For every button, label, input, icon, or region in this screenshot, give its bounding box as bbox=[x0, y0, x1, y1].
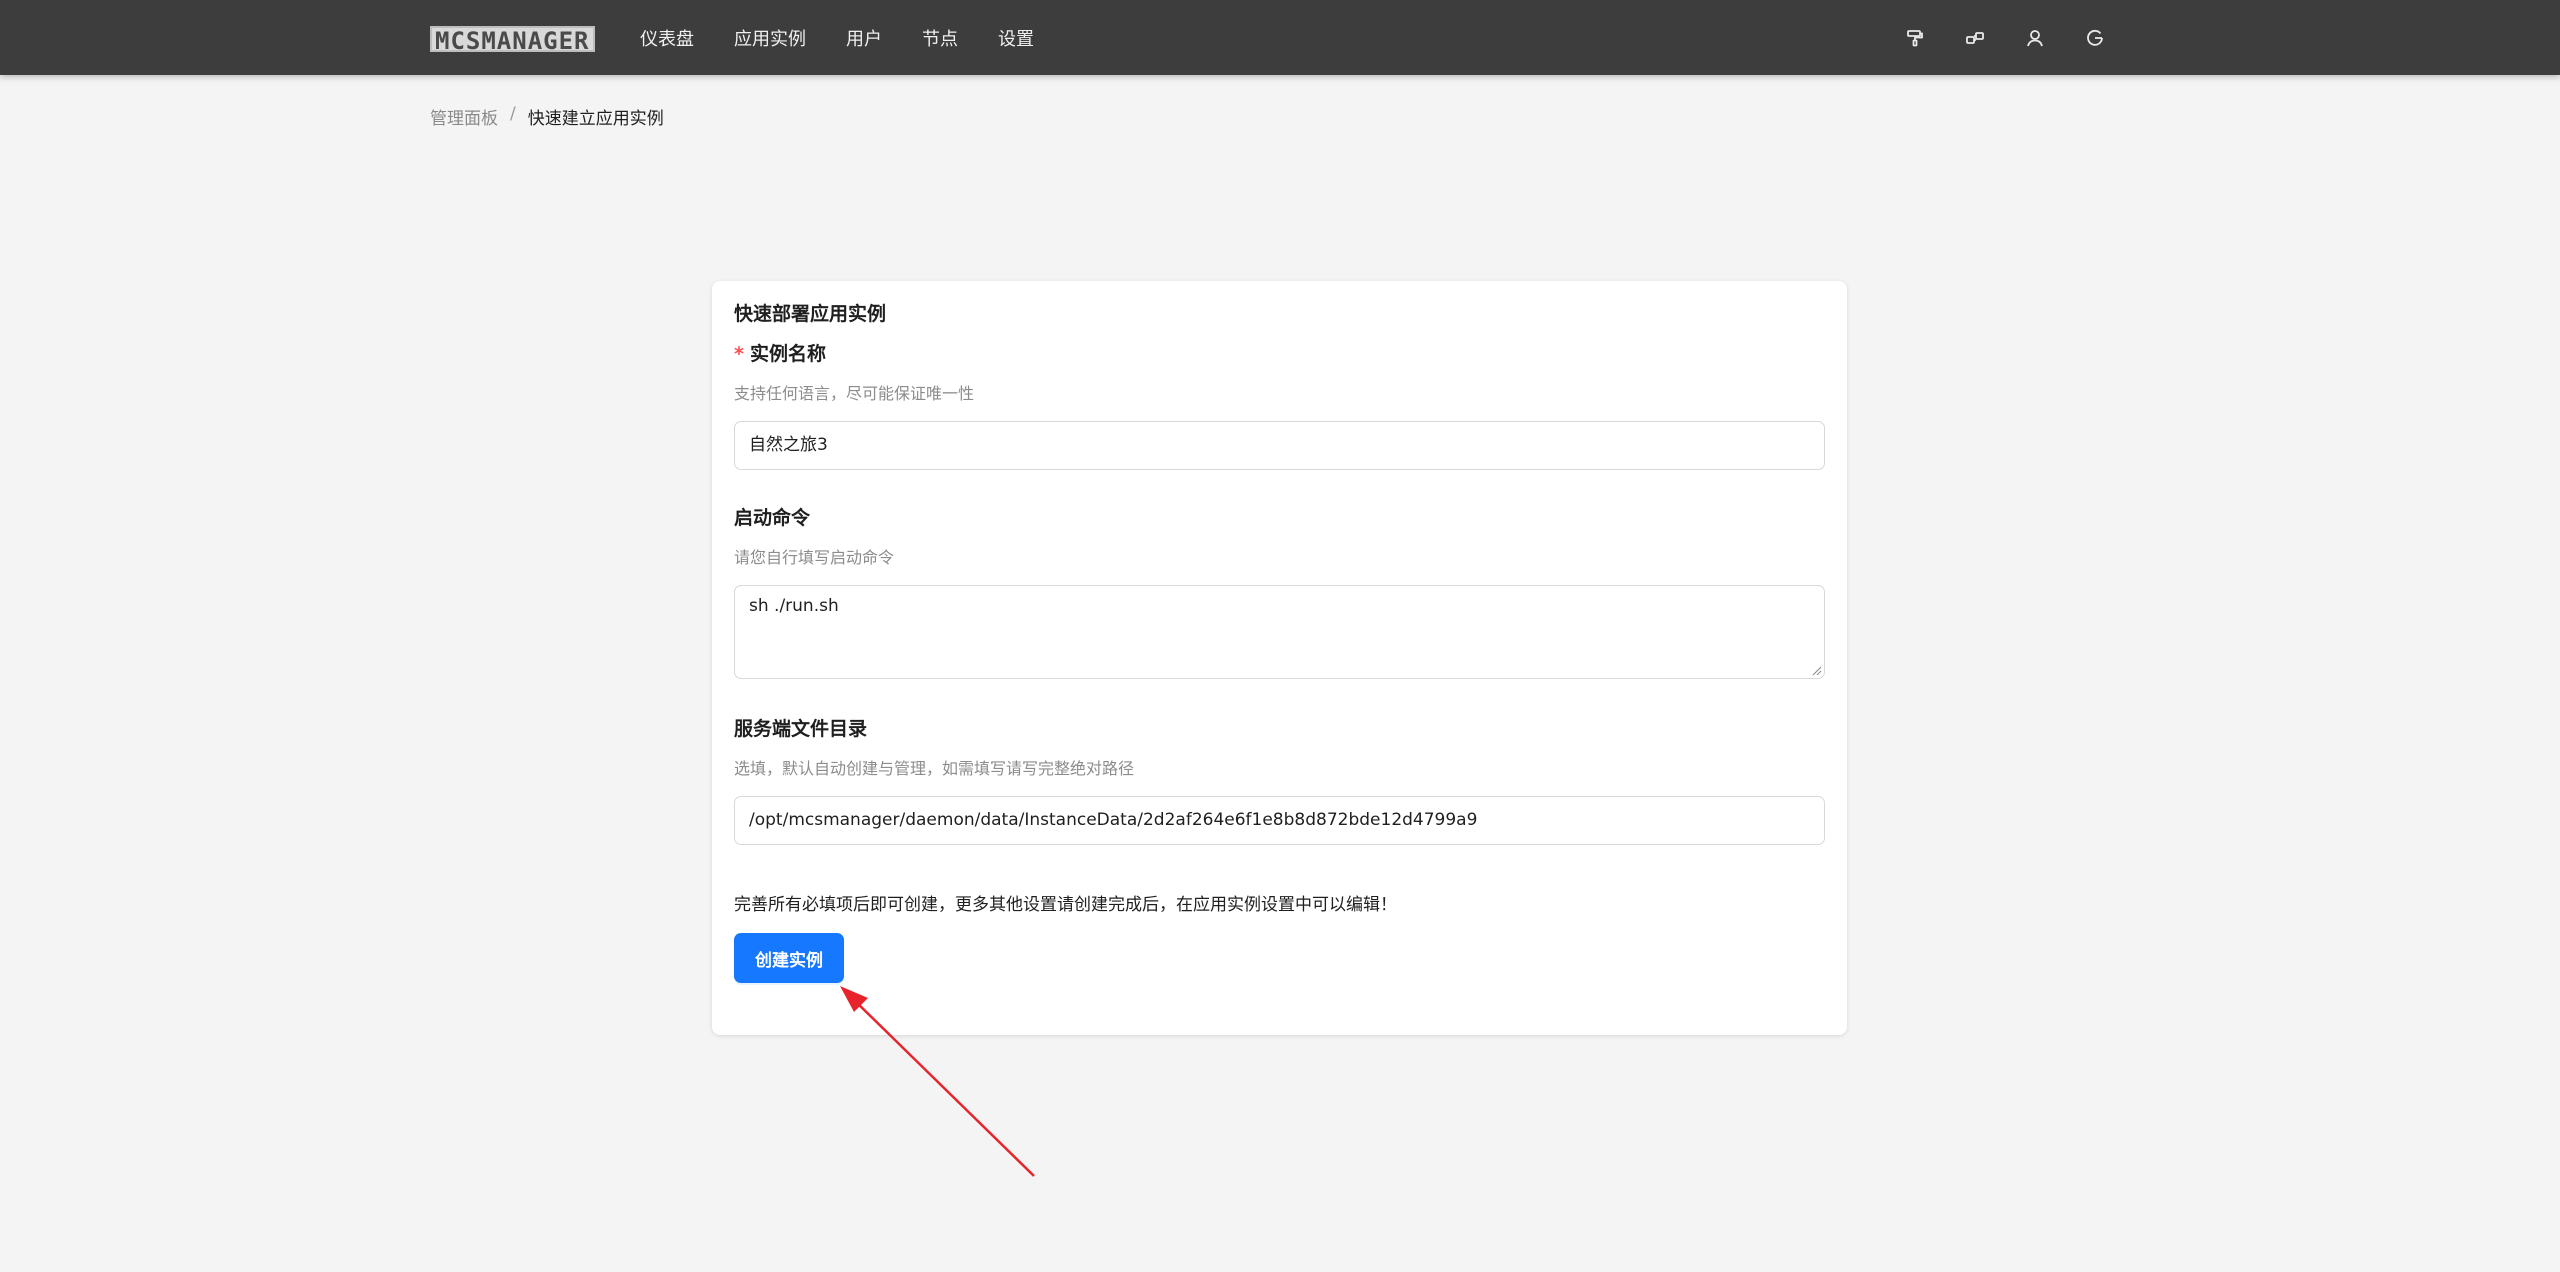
instance-name-label: * 实例名称 bbox=[734, 339, 826, 366]
top-navigation-bar: MCSMANAGER 仪表盘 应用实例 用户 节点 设置 bbox=[0, 0, 2560, 75]
mcsmanager-logo[interactable]: MCSMANAGER bbox=[430, 26, 595, 54]
instance-name-label-text: 实例名称 bbox=[749, 343, 826, 365]
nav-item-users[interactable]: 用户 bbox=[846, 25, 882, 51]
required-mark: * bbox=[734, 343, 744, 365]
main-nav: 仪表盘 应用实例 用户 节点 设置 bbox=[640, 0, 1074, 75]
instance-name-hint: 支持任何语言，尽可能保证唯一性 bbox=[734, 384, 975, 403]
quick-deploy-card: 快速部署应用实例 * 实例名称 支持任何语言，尽可能保证唯一性 自然之旅3 启动命… bbox=[712, 281, 1847, 1035]
start-command-textarea[interactable]: sh ./run.sh bbox=[734, 585, 1825, 679]
nav-item-nodes[interactable]: 节点 bbox=[922, 25, 958, 51]
layout-icon[interactable] bbox=[1964, 27, 1986, 49]
breadcrumb-admin-panel[interactable]: 管理面板 bbox=[430, 104, 498, 129]
breadcrumb: 管理面板 / 快速建立应用实例 bbox=[430, 104, 664, 129]
breadcrumb-current: 快速建立应用实例 bbox=[527, 109, 664, 129]
create-notice: 完善所有必填项后即可创建，更多其他设置请创建完成后，在应用实例设置中可以编辑！ bbox=[734, 895, 1397, 915]
header-actions bbox=[1866, 0, 2106, 75]
server-dir-hint: 选填，默认自动创建与管理，如需填写请写完整绝对路径 bbox=[734, 759, 1135, 778]
server-dir-input[interactable]: /opt/mcsmanager/daemon/data/InstanceData… bbox=[734, 796, 1825, 845]
instance-name-input[interactable]: 自然之旅3 bbox=[734, 421, 1825, 470]
start-command-hint: 请您自行填写启动命令 bbox=[734, 548, 895, 567]
breadcrumb-separator: / bbox=[510, 104, 516, 124]
server-dir-label: 服务端文件目录 bbox=[734, 718, 868, 740]
card-title: 快速部署应用实例 bbox=[734, 303, 887, 325]
user-icon[interactable] bbox=[2024, 27, 2046, 49]
nav-item-dashboard[interactable]: 仪表盘 bbox=[640, 25, 694, 51]
start-command-label: 启动命令 bbox=[734, 507, 811, 529]
resize-grip-icon[interactable] bbox=[1812, 666, 1822, 676]
start-command-value: sh ./run.sh bbox=[749, 596, 839, 616]
create-instance-button[interactable]: 创建实例 bbox=[734, 933, 844, 983]
paint-roller-icon[interactable] bbox=[1904, 27, 1926, 49]
nav-item-instances[interactable]: 应用实例 bbox=[734, 25, 806, 51]
nav-item-settings[interactable]: 设置 bbox=[998, 25, 1034, 51]
logout-icon[interactable] bbox=[2084, 27, 2106, 49]
